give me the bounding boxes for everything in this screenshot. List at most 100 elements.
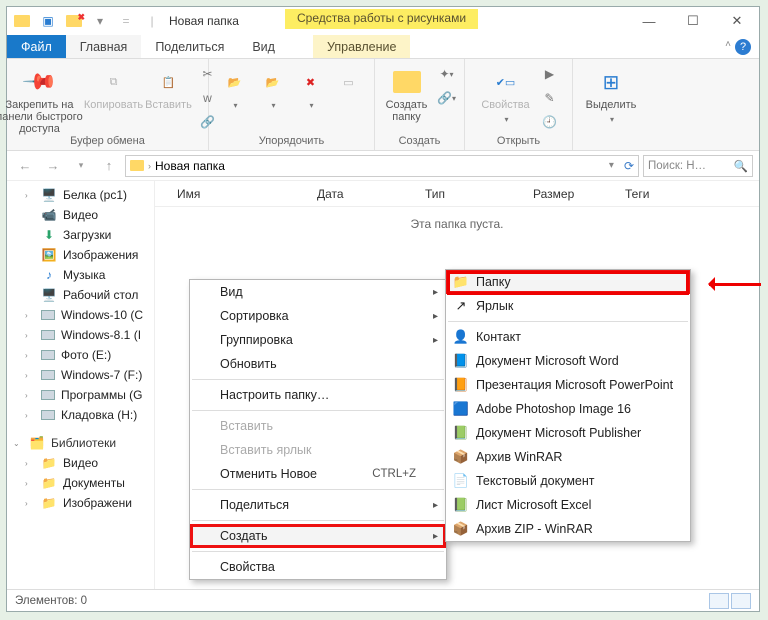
menu-item[interactable]: Свойства xyxy=(190,555,446,579)
menu-item[interactable]: 📘Документ Microsoft Word xyxy=(446,349,690,373)
select-button[interactable]: ⊞ Выделить xyxy=(581,63,641,125)
nav-lib-img[interactable]: ›📁Изображени xyxy=(7,493,154,513)
menu-item[interactable]: Вид▸ xyxy=(190,280,446,304)
context-tab-label: Средства работы с рисунками xyxy=(285,9,478,29)
menu-item[interactable]: Обновить xyxy=(190,352,446,376)
ribbon-tabs: Файл Главная Поделиться Вид Управление ˄… xyxy=(7,35,759,59)
qat-properties-icon[interactable]: ▣ xyxy=(37,12,59,30)
nav-tree[interactable]: ›🖥️Белка (pc1) 📹Видео ⬇Загрузки 🖼️Изобра… xyxy=(7,181,155,589)
nav-downloads[interactable]: ⬇Загрузки xyxy=(7,225,154,245)
properties-button[interactable]: ✔▭ Свойства xyxy=(476,63,536,125)
nav-win81[interactable]: ›Windows-8.1 (I xyxy=(7,325,154,345)
col-date[interactable]: Дата xyxy=(295,187,403,201)
paste-button[interactable]: 📋 Вставить xyxy=(144,63,194,111)
maximize-button[interactable]: ☐ xyxy=(671,7,715,35)
nav-belka[interactable]: ›🖥️Белка (pc1) xyxy=(7,185,154,205)
nav-prog[interactable]: ›Программы (G xyxy=(7,385,154,405)
col-tags[interactable]: Теги xyxy=(603,187,683,201)
menu-item[interactable]: 👤Контакт xyxy=(446,325,690,349)
nav-lib-docs[interactable]: ›📁Документы xyxy=(7,473,154,493)
tab-manage[interactable]: Управление xyxy=(313,35,411,58)
paste-icon: 📋 xyxy=(154,67,184,97)
moveto-button[interactable]: 📂 xyxy=(217,63,253,111)
menu-item[interactable]: 📗Документ Microsoft Publisher xyxy=(446,421,690,445)
pin-button[interactable]: 📌 Закрепить на панели быстрого доступа xyxy=(0,63,84,135)
help-icon[interactable]: ? xyxy=(735,39,751,55)
nav-klad[interactable]: ›Кладовка (H:) xyxy=(7,405,154,425)
view-switcher[interactable] xyxy=(709,593,751,609)
pin-label: Закрепить на панели быстрого доступа xyxy=(0,99,84,135)
close-button[interactable]: ✕ xyxy=(715,7,759,35)
tab-share[interactable]: Поделиться xyxy=(141,35,238,58)
highlight-arrow xyxy=(701,279,761,289)
menu-item[interactable]: Отменить НовоеCTRL+Z xyxy=(190,462,446,486)
delete-button[interactable]: ✖ xyxy=(293,63,329,111)
col-type[interactable]: Тип xyxy=(403,187,511,201)
forward-button[interactable]: → xyxy=(41,154,65,178)
easyaccess-icon[interactable]: 🔗▾ xyxy=(435,87,459,109)
nav-desktop[interactable]: 🖥️Рабочий стол xyxy=(7,285,154,305)
breadcrumb-text: Новая папка xyxy=(155,159,225,173)
nav-foto[interactable]: ›Фото (E:) xyxy=(7,345,154,365)
recent-dropdown[interactable]: ▾ xyxy=(69,154,93,178)
empty-message: Эта папка пуста. xyxy=(155,207,759,231)
rename-button[interactable]: ▭ xyxy=(331,63,367,97)
view-large-icon[interactable] xyxy=(731,593,751,609)
copy-button[interactable]: ⧉ Копировать xyxy=(86,63,142,111)
nav-win10[interactable]: ›Windows-10 (C xyxy=(7,305,154,325)
col-name[interactable]: Имя xyxy=(155,187,295,201)
view-details-icon[interactable] xyxy=(709,593,729,609)
ribbon: 📌 Закрепить на панели быстрого доступа ⧉… xyxy=(7,59,759,151)
menu-item: Вставить xyxy=(190,414,446,438)
menu-item[interactable]: 📙Презентация Microsoft PowerPoint xyxy=(446,373,690,397)
edit-icon[interactable]: ✎ xyxy=(538,87,562,109)
delete-icon: ✖ xyxy=(296,67,326,97)
nav-video[interactable]: 📹Видео xyxy=(7,205,154,225)
menu-item[interactable]: Настроить папку… xyxy=(190,383,446,407)
newitem-icon[interactable]: ✦▾ xyxy=(435,63,459,85)
menu-item[interactable]: 📄Текстовый документ xyxy=(446,469,690,493)
menu-item[interactable]: ↗Ярлык xyxy=(446,294,690,318)
menu-item[interactable]: 🟦Adobe Photoshop Image 16 xyxy=(446,397,690,421)
nav-music[interactable]: ♪Музыка xyxy=(7,265,154,285)
copyto-button[interactable]: 📂 xyxy=(255,63,291,111)
col-size[interactable]: Размер xyxy=(511,187,603,201)
refresh-icon[interactable]: ⟳ xyxy=(624,159,634,173)
breadcrumb[interactable]: › Новая папка ▾ ⟳ xyxy=(125,155,639,177)
breadcrumb-dropdown-icon[interactable]: ▾ xyxy=(609,160,614,171)
menu-item[interactable]: Создать▸ xyxy=(190,524,446,548)
qat-newfolder-icon[interactable]: ✖ xyxy=(63,12,85,30)
newfolder-button[interactable]: Создать папку xyxy=(381,63,433,123)
menu-item[interactable]: 📦Архив WinRAR xyxy=(446,445,690,469)
paste-label: Вставить xyxy=(145,99,192,111)
group-select-label xyxy=(603,135,618,150)
menu-item[interactable]: Поделиться▸ xyxy=(190,493,446,517)
qat-folder-icon[interactable] xyxy=(11,12,33,30)
minimize-button[interactable]: — xyxy=(627,7,671,35)
tab-home[interactable]: Главная xyxy=(66,35,142,58)
nav-win7[interactable]: ›Windows-7 (F:) xyxy=(7,365,154,385)
nav-images[interactable]: 🖼️Изображения xyxy=(7,245,154,265)
group-clipboard-label: Буфер обмена xyxy=(64,135,151,150)
nav-lib-video[interactable]: ›📁Видео xyxy=(7,453,154,473)
menu-item[interactable]: Группировка▸ xyxy=(190,328,446,352)
column-headers[interactable]: Имя Дата Тип Размер Теги xyxy=(155,181,759,207)
open-icon[interactable]: ▶ xyxy=(538,63,562,85)
tab-file[interactable]: Файл xyxy=(7,35,66,58)
up-button[interactable]: ↑ xyxy=(97,154,121,178)
menu-item[interactable]: 📁Папку xyxy=(446,270,690,294)
back-button[interactable]: ← xyxy=(13,154,37,178)
qat-dropdown[interactable]: ▾ xyxy=(89,12,111,30)
history-icon[interactable]: 🕘 xyxy=(538,111,562,133)
context-submenu-new: 📁Папку↗Ярлык 👤Контакт📘Документ Microsoft … xyxy=(445,269,691,542)
menu-item[interactable]: Сортировка▸ xyxy=(190,304,446,328)
tab-view[interactable]: Вид xyxy=(238,35,289,58)
menu-item[interactable]: 📗Лист Microsoft Excel xyxy=(446,493,690,517)
new-small: ✦▾ 🔗▾ xyxy=(435,63,459,109)
group-open-label: Открыть xyxy=(491,135,546,150)
explorer-window: ▣ ✖ ▾ = | Новая папка Средства работы с … xyxy=(6,6,760,612)
newfolder-icon xyxy=(392,67,422,97)
nav-libraries[interactable]: ⌄🗂️Библиотеки xyxy=(7,433,154,453)
search-input[interactable]: Поиск: Н… 🔍 xyxy=(643,155,753,177)
menu-item[interactable]: 📦Архив ZIP - WinRAR xyxy=(446,517,690,541)
